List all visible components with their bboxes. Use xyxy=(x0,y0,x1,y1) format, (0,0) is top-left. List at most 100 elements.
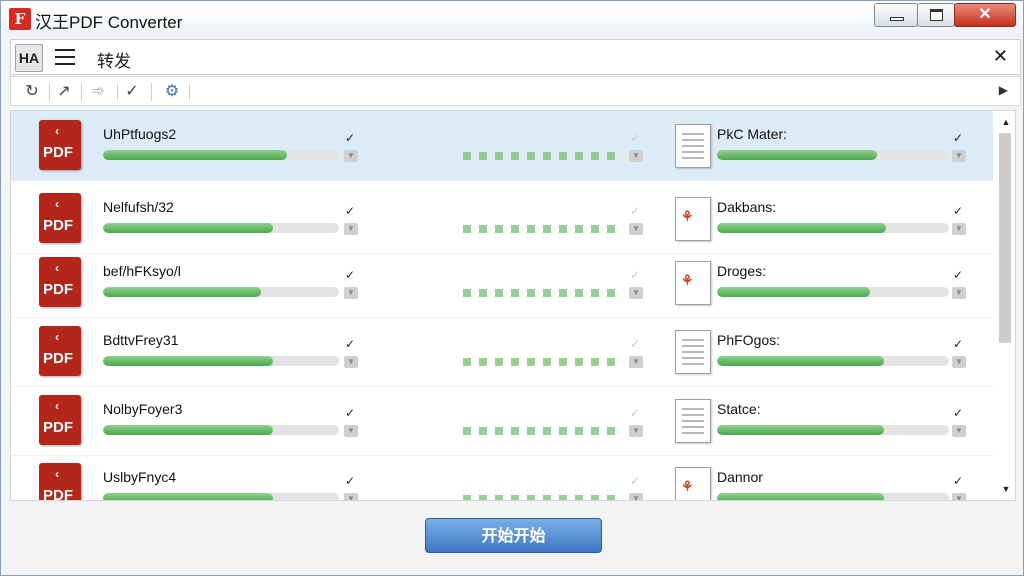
middle-dropdown-icon[interactable]: ▼ xyxy=(629,493,643,500)
middle-check-icon[interactable]: ✓ xyxy=(630,204,640,218)
output-check-icon[interactable]: ✓ xyxy=(953,131,963,145)
settings-globe-icon[interactable]: ⚙ xyxy=(161,81,183,103)
title-bar: F 汉王PDF Converter ✕ xyxy=(1,1,1023,37)
toolbar-separator xyxy=(117,83,118,101)
output-file-name: Dakbans: xyxy=(717,199,777,215)
source-check-icon[interactable]: ✓ xyxy=(345,337,355,351)
toolbar-more-icon[interactable]: ▶ xyxy=(999,83,1008,97)
pdf-file-icon: ‹ PDF xyxy=(39,326,83,378)
output-check-icon[interactable]: ✓ xyxy=(953,474,963,488)
source-dropdown-icon[interactable]: ▼ xyxy=(344,493,358,500)
pdf-icon-label: PDF xyxy=(43,487,73,501)
conversion-progress-dashes xyxy=(463,289,623,297)
middle-check-icon[interactable]: ✓ xyxy=(630,337,640,351)
minimize-button[interactable] xyxy=(874,3,918,27)
middle-dropdown-icon[interactable]: ▼ xyxy=(629,223,643,235)
pdf-icon-label: PDF xyxy=(43,144,73,161)
output-dropdown-icon[interactable]: ▼ xyxy=(952,223,966,235)
source-dropdown-icon[interactable]: ▼ xyxy=(344,287,358,299)
close-window-button[interactable]: ✕ xyxy=(954,3,1016,27)
output-progress-bar xyxy=(717,425,949,435)
toolbar-separator xyxy=(189,83,190,101)
tab-label[interactable]: 转发 xyxy=(97,47,131,72)
source-check-icon[interactable]: ✓ xyxy=(345,204,355,218)
output-progress-bar xyxy=(717,356,949,366)
conversion-progress-dashes xyxy=(463,358,623,366)
middle-check-icon[interactable]: ✓ xyxy=(630,268,640,282)
file-row[interactable]: ‹ PDF bef/hFKsyo/l ✓ ▼ ✓ ▼ ⚘ Droges: ✓ ▼ xyxy=(11,248,993,318)
scroll-down-arrow-icon[interactable]: ▼ xyxy=(999,484,1013,494)
source-file-name: bef/hFKsyo/l xyxy=(103,263,181,279)
source-dropdown-icon[interactable]: ▼ xyxy=(344,223,358,235)
file-row[interactable]: ‹ PDF Nelfufsh/32 ✓ ▼ ✓ ▼ ⚘ Dakbans: ✓ ▼ xyxy=(11,184,993,254)
file-row[interactable]: ‹ PDF NolbyFoyer3 ✓ ▼ ✓ ▼ Statce: ✓ ▼ xyxy=(11,386,993,456)
output-dropdown-icon[interactable]: ▼ xyxy=(952,493,966,500)
output-document-icon xyxy=(675,330,711,374)
scrollbar-thumb[interactable] xyxy=(999,133,1011,343)
output-dropdown-icon[interactable]: ▼ xyxy=(952,287,966,299)
output-document-icon xyxy=(675,124,711,168)
output-progress-bar xyxy=(717,287,949,297)
output-file-name: Dannor xyxy=(717,469,763,485)
conversion-progress-dashes xyxy=(463,225,623,233)
output-progress-bar xyxy=(717,223,949,233)
pdf-file-icon: ‹ PDF xyxy=(39,193,83,245)
file-row[interactable]: ‹ PDF BdttvFrey31 ✓ ▼ ✓ ▼ PhFOgos: ✓ ▼ xyxy=(11,317,993,387)
output-dropdown-icon[interactable]: ▼ xyxy=(952,425,966,437)
source-dropdown-icon[interactable]: ▼ xyxy=(344,150,358,162)
pdf-icon-label: PDF xyxy=(43,281,73,298)
middle-dropdown-icon[interactable]: ▼ xyxy=(629,287,643,299)
source-file-name: BdttvFrey31 xyxy=(103,332,179,348)
source-check-icon[interactable]: ✓ xyxy=(345,131,355,145)
middle-dropdown-icon[interactable]: ▼ xyxy=(629,425,643,437)
maximize-button[interactable] xyxy=(917,3,955,27)
edit-icon[interactable]: ↗ xyxy=(53,81,75,103)
window-title: 汉王PDF Converter xyxy=(35,13,183,32)
output-dropdown-icon[interactable]: ▼ xyxy=(952,150,966,162)
hamburger-menu-icon[interactable] xyxy=(55,49,75,65)
output-progress-bar xyxy=(717,150,949,160)
conversion-progress-dashes xyxy=(463,152,623,160)
scroll-up-arrow-icon[interactable]: ▲ xyxy=(999,117,1013,127)
minimize-icon xyxy=(890,17,904,21)
source-file-name: UslbyFnyc4 xyxy=(103,469,177,485)
start-convert-button[interactable]: 开始开始 xyxy=(425,518,602,553)
middle-check-icon[interactable]: ✓ xyxy=(630,474,640,488)
source-dropdown-icon[interactable]: ▼ xyxy=(344,425,358,437)
toolbar: ↻ ↗ ➾ ✓ ⚙ ▶ xyxy=(10,76,1021,106)
row-divider xyxy=(11,317,993,318)
file-row[interactable]: ‹ PDF UslbyFnyc4 ✓ ▼ ✓ ▼ ⚘ Dannor ✓ ▼ xyxy=(11,454,993,501)
output-file-name: PkC Mater: xyxy=(717,126,788,142)
source-dropdown-icon[interactable]: ▼ xyxy=(344,356,358,368)
toolbar-separator xyxy=(151,83,152,101)
middle-check-icon[interactable]: ✓ xyxy=(630,406,640,420)
check-arrow-icon[interactable]: ✓ xyxy=(121,81,143,103)
pdf-icon-label: PDF xyxy=(43,217,73,234)
source-file-name: Nelfufsh/32 xyxy=(103,199,174,215)
source-check-icon[interactable]: ✓ xyxy=(345,474,355,488)
source-progress-bar xyxy=(103,223,339,233)
output-check-icon[interactable]: ✓ xyxy=(953,268,963,282)
middle-dropdown-icon[interactable]: ▼ xyxy=(629,356,643,368)
pdf-file-icon: ‹ PDF xyxy=(39,120,83,172)
source-check-icon[interactable]: ✓ xyxy=(345,268,355,282)
output-document-icon: ⚘ xyxy=(675,197,711,241)
output-file-name: Droges: xyxy=(717,263,767,279)
output-check-icon[interactable]: ✓ xyxy=(953,337,963,351)
middle-dropdown-icon[interactable]: ▼ xyxy=(629,150,643,162)
tab-close-icon[interactable]: ✕ xyxy=(993,46,1008,67)
forward-icon[interactable]: ➾ xyxy=(87,81,109,103)
refresh-icon[interactable]: ↻ xyxy=(21,81,43,103)
source-check-icon[interactable]: ✓ xyxy=(345,406,355,420)
middle-check-icon[interactable]: ✓ xyxy=(630,131,640,145)
output-check-icon[interactable]: ✓ xyxy=(953,204,963,218)
output-file-name: Statce: xyxy=(717,401,761,417)
source-file-name: UhPtfuogs2 xyxy=(103,126,177,142)
file-row[interactable]: ‹ PDF UhPtfuogs2 ✓ ▼ ✓ ▼ PkC Mater: ✓ ▼ xyxy=(11,111,993,181)
toolbar-separator xyxy=(49,83,50,101)
output-dropdown-icon[interactable]: ▼ xyxy=(952,356,966,368)
tab-toggle-button[interactable]: HA xyxy=(15,44,43,72)
output-check-icon[interactable]: ✓ xyxy=(953,406,963,420)
source-progress-bar xyxy=(103,356,339,366)
output-document-icon: ⚘ xyxy=(675,261,711,305)
